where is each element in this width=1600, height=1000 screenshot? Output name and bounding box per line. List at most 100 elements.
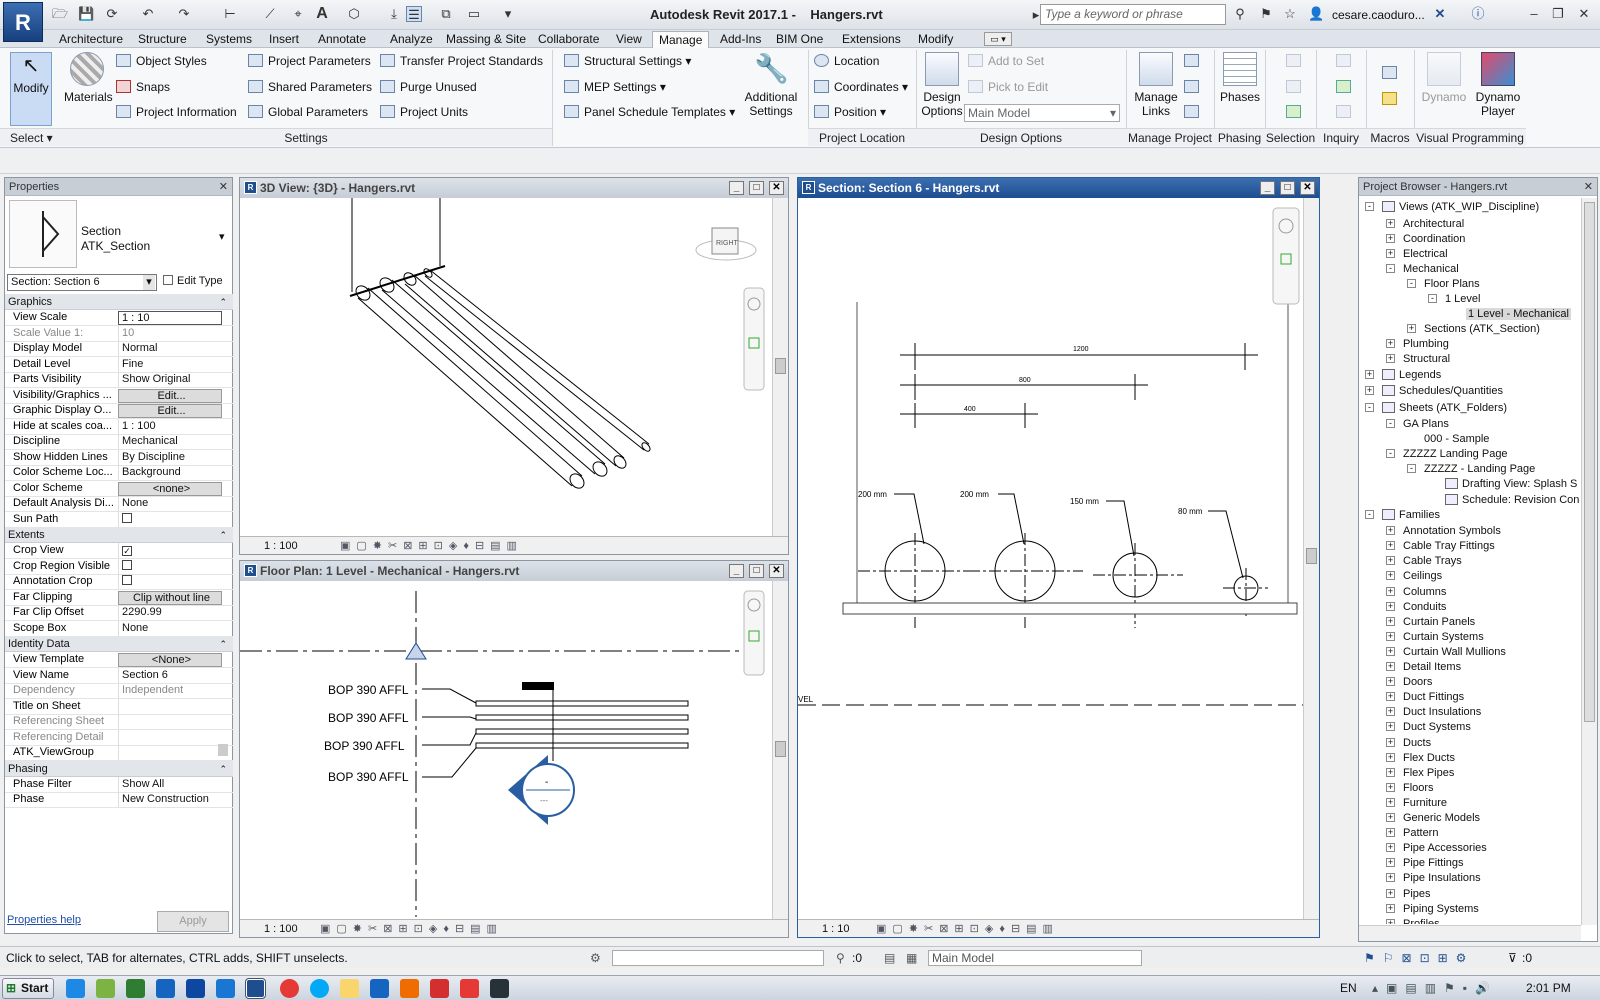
property-row[interactable]: Phase New Construction — [5, 792, 233, 808]
checkbox[interactable] — [122, 575, 132, 585]
load-selection-icon[interactable] — [1286, 80, 1306, 94]
view-controls-icons[interactable]: ▣▢✸✂⊠⊞⊡◈♦⊟▤▥ — [340, 537, 523, 555]
ids-of-selection-icon[interactable] — [1336, 54, 1356, 68]
panel-label-design-options[interactable]: Design Options — [916, 128, 1126, 146]
autodesk-icon[interactable] — [216, 979, 235, 998]
property-value[interactable]: None — [118, 496, 222, 511]
section-icon[interactable]: ⤓ — [386, 6, 402, 22]
vertical-scrollbar[interactable] — [772, 198, 788, 536]
select-links-icon[interactable] — [1184, 105, 1204, 119]
browser-node[interactable]: + Plumbing — [1386, 337, 1449, 351]
section-canvas[interactable]: 1200 800 400 200 mm 200 mm 150 mm 80 mm … — [798, 198, 1303, 920]
property-value[interactable] — [118, 745, 222, 760]
folder-icon[interactable] — [340, 979, 359, 998]
close-icon[interactable]: ✕ — [219, 178, 228, 196]
sync-icon[interactable]: ⟳ — [104, 6, 120, 22]
expand-icon[interactable]: + — [1407, 324, 1416, 334]
save-selection-icon[interactable] — [1286, 54, 1306, 68]
exchange-icon[interactable]: ✕ — [1432, 6, 1448, 22]
checkbox[interactable] — [122, 512, 132, 523]
edit-type-button[interactable]: Edit Type — [163, 274, 231, 291]
3d-view-icon[interactable]: ⬡ — [346, 6, 362, 22]
property-row[interactable]: Hide at scales coa... 1 : 100 — [5, 418, 233, 435]
app-f-icon[interactable] — [400, 979, 419, 998]
navigation-bar[interactable] — [743, 287, 765, 391]
floor-plan-canvas[interactable]: BOP 390 AFFL BOP 390 AFFL BOP 390 AFFL B… — [240, 581, 770, 917]
browser-node[interactable]: + Piping Systems — [1386, 902, 1479, 916]
property-value[interactable]: Independent — [118, 683, 222, 698]
minimize-icon[interactable]: – — [1526, 6, 1542, 22]
close-icon[interactable]: ✕ — [769, 564, 784, 578]
chrome-icon[interactable] — [280, 979, 299, 998]
property-value[interactable]: Fine — [118, 356, 222, 372]
checkbox[interactable]: ✓ — [122, 546, 132, 556]
expand-icon[interactable]: + — [1386, 586, 1395, 596]
property-row[interactable]: Crop Region Visible — [5, 558, 233, 575]
structural-settings-button[interactable]: Structural Settings ▾ — [564, 54, 691, 68]
browser-node[interactable]: + Floors — [1386, 781, 1434, 795]
browser-node[interactable]: + Cable Tray Fittings — [1386, 539, 1495, 553]
expand-icon[interactable]: + — [1365, 386, 1374, 395]
group-extents[interactable]: Extents ⌃ — [5, 527, 233, 543]
browser-node[interactable]: + Annotation Symbols — [1386, 524, 1501, 538]
tab-systems[interactable]: Systems — [200, 31, 258, 48]
tray-icons[interactable]: ▴▣▤▥⚑▪🔊 — [1372, 981, 1498, 995]
browser-node[interactable]: - Families — [1365, 508, 1440, 522]
design-options-status-icon[interactable]: ▤ — [884, 947, 895, 969]
tab-modify[interactable]: Modify — [912, 31, 959, 48]
panel-label-select[interactable]: Select ▾ — [0, 128, 60, 146]
tab-add-ins[interactable]: Add-Ins — [714, 31, 767, 48]
group-phasing[interactable]: Phasing ⌃ — [5, 760, 233, 777]
measure-icon[interactable]: ⊢ — [222, 6, 238, 22]
close-hidden-icon[interactable]: ⧉ — [438, 6, 454, 22]
property-value[interactable]: Background — [118, 465, 222, 480]
3d-view-titlebar[interactable]: R 3D View: {3D} - Hangers.rvt _ □ ✕ — [240, 178, 788, 198]
close-icon[interactable]: ✕ — [1576, 6, 1592, 22]
browser-node[interactable]: 000 - Sample — [1407, 432, 1489, 446]
maximize-icon[interactable]: □ — [1280, 181, 1295, 195]
property-row[interactable]: View Template <None> — [5, 652, 233, 668]
property-row[interactable]: View Scale 1 : 10 — [5, 310, 233, 326]
property-value[interactable]: Edit... — [118, 404, 222, 418]
collapse-icon[interactable]: - — [1365, 509, 1374, 519]
property-row[interactable]: Detail Level Fine — [5, 356, 233, 373]
view-scale[interactable]: 1 : 100 — [264, 537, 298, 555]
vertical-scrollbar[interactable] — [772, 581, 788, 919]
additional-settings-button[interactable]: 🔧 Additional Settings — [742, 52, 800, 118]
browser-node[interactable]: + Electrical — [1386, 247, 1448, 261]
tab-collaborate[interactable]: Collaborate — [532, 31, 605, 48]
navigation-bar[interactable] — [1272, 207, 1300, 305]
expand-icon[interactable]: + — [1386, 828, 1395, 838]
property-value[interactable] — [118, 729, 222, 745]
autodesk-icon[interactable] — [156, 979, 175, 998]
expand-icon[interactable]: + — [1386, 218, 1395, 228]
expand-icon[interactable]: + — [1386, 248, 1395, 258]
dynamo-button[interactable]: Dynamo — [1418, 52, 1470, 104]
collapse-icon[interactable]: ⌃ — [219, 527, 227, 543]
property-row[interactable]: Crop View ✓ — [5, 543, 233, 559]
tab-manage[interactable]: Manage — [652, 31, 710, 48]
design-option-select[interactable]: Main Model ▾ — [964, 104, 1120, 122]
panel-label-inquiry[interactable]: Inquiry — [1316, 128, 1366, 146]
mep-settings-button[interactable]: MEP Settings ▾ — [564, 80, 666, 94]
browser-node[interactable]: + Furniture — [1386, 796, 1447, 810]
property-value[interactable]: Mechanical — [118, 434, 222, 449]
expand-icon[interactable]: + — [1365, 369, 1374, 379]
floor-plan-titlebar[interactable]: R Floor Plan: 1 Level - Mechanical - Han… — [240, 561, 788, 581]
property-value[interactable] — [118, 714, 222, 729]
browser-node[interactable]: + Pattern — [1386, 826, 1438, 840]
expand-icon[interactable]: + — [1386, 858, 1395, 868]
property-row[interactable]: Show Hidden Lines By Discipline — [5, 449, 233, 466]
decal-types-icon[interactable] — [1184, 80, 1204, 94]
maximize-icon[interactable]: □ — [749, 564, 764, 578]
expand-icon[interactable]: + — [1386, 918, 1395, 924]
browser-node[interactable]: + Columns — [1386, 585, 1446, 599]
add-to-set-button[interactable]: Add to Set — [968, 54, 1044, 68]
browser-node[interactable]: + Profiles — [1386, 917, 1440, 924]
expand-icon[interactable]: + — [1386, 662, 1395, 671]
tab-annotate[interactable]: Annotate — [312, 31, 372, 48]
help-icon[interactable]: ⓘ — [1470, 6, 1486, 22]
expand-icon[interactable]: + — [1386, 556, 1395, 566]
property-value[interactable]: <None> — [118, 653, 222, 667]
search-input[interactable]: Type a keyword or phrase — [1040, 4, 1226, 25]
